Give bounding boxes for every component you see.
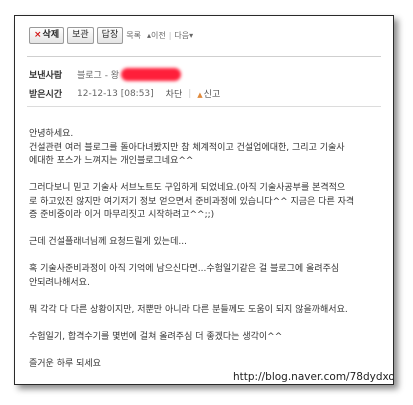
message-line: 근데 건설플래너님께 요청드릴게 있는데...: [29, 237, 187, 247]
save-button[interactable]: 보관: [67, 26, 94, 44]
divider: [27, 56, 381, 57]
message-body: 안녕하세요. 건설관련 여러 블로그를 돌아다녀봤지만 참 체계적이고 건설업에대…: [29, 128, 385, 371]
header-divider: |: [188, 88, 192, 99]
message-line: [29, 290, 385, 304]
next-label: 다음: [174, 30, 190, 40]
report-label: 신고: [203, 90, 221, 100]
list-link[interactable]: 목록: [126, 30, 141, 41]
message-line: [29, 317, 385, 331]
prev-link[interactable]: ▴이전: [147, 30, 166, 41]
message-line: 혹 기술사준비과정이 아직 기억에 남으신다면...수험일기같은 걸 블로그에 …: [29, 264, 340, 274]
reply-button[interactable]: 답장: [96, 26, 124, 44]
message-line: 건설관련 여러 블로그를 돌아다녀봤지만 참 체계적이고 건설업에대한, 그리고…: [29, 142, 345, 153]
message-line: 안되려나해서요.: [29, 277, 90, 288]
watermark-url: http://blog.naver.com/78dydxo: [233, 371, 394, 383]
message-line: 뭐 각각 다 다른 상황이지만, 저뿐만 아니라 다른 분들께도 도움이 되지 …: [29, 304, 348, 315]
message-line: [29, 344, 385, 358]
divider: [27, 106, 381, 107]
message-line: [29, 169, 385, 183]
message-line: 안녕하세요.: [29, 129, 74, 139]
message-line: [29, 223, 385, 237]
toolbar-divider: |: [168, 30, 172, 40]
message-line: 즐거운 하루 되세요: [29, 358, 101, 369]
message-window: ×삭제 보관 답장 목록 ▴이전 | 다음▾ 보낸사람 블로그 - 왕 받은시간…: [14, 15, 394, 385]
message-line: 증 준비중이라 이거 마무리짓고 시작하려고^^;;): [29, 210, 215, 220]
chevron-down-icon: ▾: [189, 30, 194, 40]
message-line: 그러다보니 믿고 기술사 서브노트도 구입하게 되었네요.(아직 기술사공부를 …: [29, 183, 346, 193]
received-row: 받은시간 12-12-13 [08:53] 차단 | ▲신고: [29, 87, 220, 101]
redaction-mark: [121, 68, 182, 81]
sender-label: 보낸사람: [29, 71, 63, 81]
next-link[interactable]: 다음▾: [174, 30, 193, 41]
alert-icon: ▲: [197, 91, 203, 99]
sender-row: 보낸사람 블로그 - 왕: [29, 68, 182, 81]
prev-label: 이전: [150, 30, 166, 40]
close-icon: ×: [34, 29, 42, 40]
sender-value[interactable]: 블로그 - 왕: [77, 68, 119, 81]
message-line: 로 하고있진 않지만 여기저기 정보 얻으면서 준비과정에 있습니다^^ 지금은…: [29, 196, 355, 207]
toolbar: ×삭제 보관 답장 목록 ▴이전 | 다음▾: [15, 16, 393, 54]
delete-label: 삭제: [42, 29, 60, 40]
report-button[interactable]: ▲신고: [197, 87, 220, 100]
delete-button[interactable]: ×삭제: [29, 26, 65, 44]
received-label: 받은시간: [29, 90, 63, 100]
message-line: 수험일기, 합격수기를 몇번에 걸쳐 올려주심 더 좋겠다는 생각이^^: [29, 331, 283, 342]
message-line: [29, 250, 385, 264]
block-button[interactable]: 차단: [166, 87, 183, 100]
message-line: 에대한 포스가 느껴지는 개인블로그네요^^: [29, 156, 194, 166]
received-time: 12-12-13 [08:53]: [77, 88, 154, 99]
